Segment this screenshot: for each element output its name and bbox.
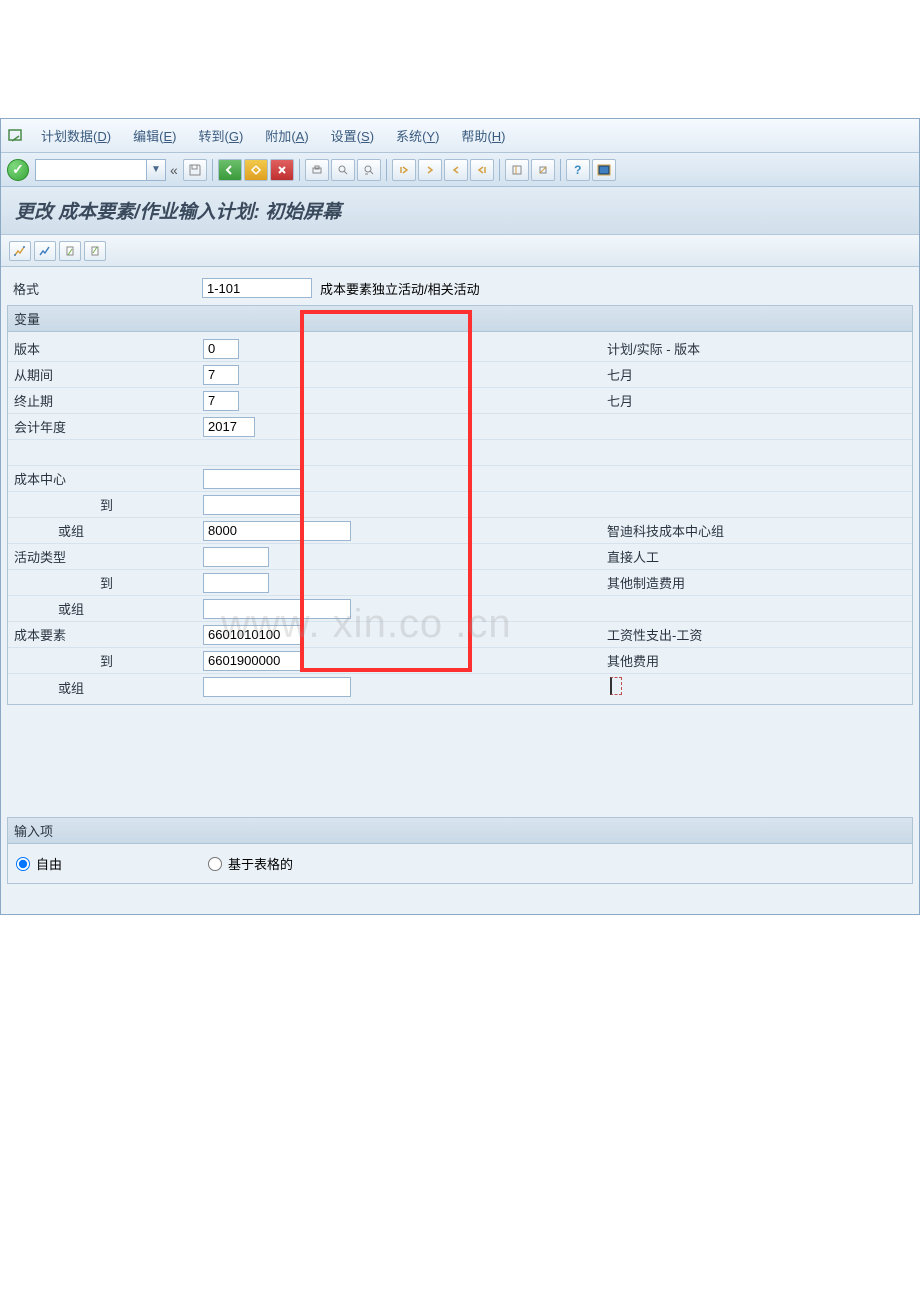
command-field[interactable] [35,159,147,181]
cancel-button[interactable] [270,159,294,181]
find-next-button[interactable] [357,159,381,181]
menu-extras[interactable]: 附加(A) [255,123,318,148]
format-label: 格式 [7,279,202,298]
activity-type-group-input[interactable] [203,599,351,619]
cost-center-label: 成本中心 [8,469,203,488]
radio-table[interactable] [208,857,222,871]
format-desc: 成本要素独立活动/相关活动 [320,279,480,298]
cost-center-input[interactable] [203,469,301,489]
overview-button[interactable] [9,241,31,261]
activity-type-to-input[interactable] [203,573,269,593]
new-session-button[interactable] [505,159,529,181]
menu-system[interactable]: 系统(Y) [386,123,449,148]
menu-icon [7,128,25,144]
cursor-icon [610,677,622,695]
cost-element-group-input[interactable] [203,677,351,697]
activity-type-input[interactable] [203,547,269,567]
cursor-cell [607,677,912,698]
doc-button[interactable] [59,241,81,261]
from-period-input[interactable] [203,365,239,385]
toolbar: ✓ ▼ « ? [1,153,919,187]
enter-button[interactable]: ✓ [7,159,29,181]
prev-page-button[interactable] [418,159,442,181]
activity-type-label: 活动类型 [8,547,203,566]
cost-element-input[interactable] [203,625,301,645]
menu-goto[interactable]: 转到(G) [188,123,253,148]
doc2-button[interactable] [84,241,106,261]
cost-element-desc: 工资性支出-工资 [607,625,912,644]
title-area: 更改 成本要素/作业输入计划: 初始屏幕 [1,187,919,235]
next-page-button[interactable] [444,159,468,181]
activity-type-to-desc: 其他制造费用 [607,573,912,592]
help-button[interactable]: ? [566,159,590,181]
radio-free-label: 自由 [36,854,62,873]
exit-button[interactable] [244,159,268,181]
back-button[interactable] [218,159,242,181]
radio-free[interactable] [16,857,30,871]
cost-center-group-desc: 智迪科技成本中心组 [607,521,912,540]
activity-type-desc: 直接人工 [607,547,912,566]
cost-element-label: 成本要素 [8,625,203,644]
version-label: 版本 [8,339,203,358]
from-period-label: 从期间 [8,365,203,384]
menubar: 计划数据(D) 编辑(E) 转到(G) 附加(A) 设置(S) 系统(Y) 帮助… [1,119,919,153]
from-period-desc: 七月 [607,365,912,384]
cost-element-group-label: 或组 [8,678,203,697]
save-button[interactable] [183,159,207,181]
shortcut-button[interactable] [531,159,555,181]
cost-center-to-input[interactable] [203,495,301,515]
first-page-button[interactable] [392,159,416,181]
layout-button[interactable] [592,159,616,181]
cost-element-to-desc: 其他费用 [607,651,912,670]
command-dropdown[interactable]: ▼ [146,159,166,181]
radio-table-label: 基于表格的 [228,854,293,873]
cost-element-to-input[interactable] [203,651,301,671]
menu-edit[interactable]: 编辑(E) [123,123,186,148]
fiscal-year-input[interactable] [203,417,255,437]
period-button[interactable] [34,241,56,261]
cost-element-to-label: 到 [8,651,203,670]
activity-type-group-label: 或组 [8,599,203,618]
last-page-button[interactable] [470,159,494,181]
section-input: 输入项 [7,817,913,844]
version-input[interactable] [203,339,239,359]
to-period-label: 终止期 [8,391,203,410]
to-period-input[interactable] [203,391,239,411]
cost-center-group-label: 或组 [8,521,203,540]
format-input[interactable] [202,278,312,298]
prev-icon: « [170,162,178,178]
cost-center-group-input[interactable] [203,521,351,541]
activity-type-to-label: 到 [8,573,203,592]
content-area: 格式 成本要素独立活动/相关活动 变量 版本 计划/实际 - 版本 从期间 七月 [1,267,919,914]
print-button[interactable] [305,159,329,181]
section-variables: 变量 [7,305,913,332]
page-title: 更改 成本要素/作业输入计划: 初始屏幕 [15,197,905,224]
find-button[interactable] [331,159,355,181]
menu-settings[interactable]: 设置(S) [321,123,384,148]
to-period-desc: 七月 [607,391,912,410]
fiscal-year-label: 会计年度 [8,417,203,436]
menu-plan-data[interactable]: 计划数据(D) [31,123,121,148]
sub-toolbar [1,235,919,267]
menu-help[interactable]: 帮助(H) [451,123,515,148]
cost-center-to-label: 到 [8,495,203,514]
version-desc: 计划/实际 - 版本 [607,339,912,358]
